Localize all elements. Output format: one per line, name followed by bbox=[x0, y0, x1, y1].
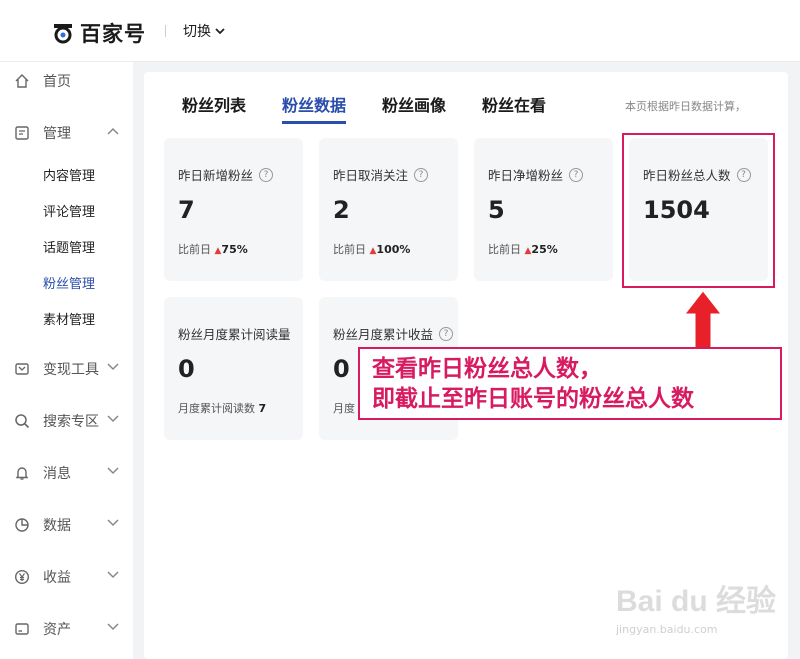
sidebar-item-monetize[interactable]: 变现工具 bbox=[0, 354, 133, 384]
help-icon[interactable]: ? bbox=[569, 167, 584, 182]
yen-icon bbox=[14, 569, 30, 585]
stat-title: 昨日新增粉丝 bbox=[178, 168, 254, 183]
stat-value: 7 bbox=[178, 196, 195, 224]
top-bar: 百家号 切换 bbox=[0, 0, 800, 62]
stat-compare: 比前日 ▲75% bbox=[178, 241, 248, 257]
chevron-down-icon bbox=[107, 467, 119, 475]
stat-compare: 月度 bbox=[333, 400, 355, 416]
highlight-box bbox=[622, 133, 775, 288]
stat-title: 粉丝月度累计收益 bbox=[333, 327, 434, 342]
compare-value: 7 bbox=[258, 402, 267, 415]
wallet-icon bbox=[15, 363, 29, 375]
home-icon bbox=[15, 74, 29, 88]
logo-text: 百家号 bbox=[80, 22, 146, 46]
logo[interactable]: 百家号 bbox=[52, 18, 146, 48]
stat-card-new-fans: 昨日新增粉丝? 7 比前日 ▲75% bbox=[164, 138, 303, 281]
stat-title: 粉丝月度累计阅读量 bbox=[178, 327, 291, 342]
stat-card-net-fans: 昨日净增粉丝? 5 比前日 ▲25% bbox=[474, 138, 613, 281]
stat-value: 0 bbox=[333, 355, 350, 383]
callout-line-1: 查看昨日粉丝总人数， bbox=[372, 356, 602, 382]
sidebar-item-label: 资产 bbox=[43, 622, 71, 638]
sidebar-subitem-topics[interactable]: 话题管理 bbox=[43, 237, 95, 256]
chevron-down-icon bbox=[107, 519, 119, 527]
sidebar-subitem-materials[interactable]: 素材管理 bbox=[43, 309, 95, 328]
help-icon[interactable]: ? bbox=[259, 167, 274, 182]
stat-title: 昨日取消关注 bbox=[333, 168, 409, 183]
sidebar-subitem-content[interactable]: 内容管理 bbox=[43, 165, 95, 184]
compare-label: 月度 bbox=[333, 402, 355, 415]
watermark-url: jingyan.baidu.com bbox=[616, 623, 718, 636]
baijiahao-logo-icon bbox=[54, 24, 72, 44]
compare-label: 比前日 bbox=[178, 243, 211, 256]
sidebar-item-search[interactable]: 搜索专区 bbox=[0, 406, 133, 436]
sidebar: 首页 管理 内容管理 评论管理 话题管理 粉丝管理 素材管理 变现工具 搜索专区… bbox=[0, 62, 133, 659]
help-icon[interactable]: ? bbox=[439, 326, 454, 341]
compare-label: 比前日 bbox=[488, 243, 521, 256]
sidebar-item-label: 消息 bbox=[43, 466, 71, 482]
data-note: 本页根据昨日数据计算， bbox=[625, 100, 746, 113]
stat-card-monthly-reads: 粉丝月度累计阅读量 0 月度累计阅读数 7 bbox=[164, 297, 303, 440]
compare-label: 比前日 bbox=[333, 243, 366, 256]
stat-compare: 比前日 ▲100% bbox=[333, 241, 410, 257]
tab-fan-list[interactable]: 粉丝列表 bbox=[182, 92, 246, 116]
chevron-up-icon bbox=[107, 127, 119, 135]
sidebar-item-label: 收益 bbox=[43, 570, 71, 586]
sidebar-item-label: 数据 bbox=[43, 518, 71, 534]
stat-compare: 比前日 ▲25% bbox=[488, 241, 558, 257]
sidebar-item-home[interactable]: 首页 bbox=[0, 66, 133, 96]
callout-line-2: 即截止至昨日账号的粉丝总人数 bbox=[372, 386, 694, 412]
stat-card-unfollows: 昨日取消关注? 2 比前日 ▲100% bbox=[319, 138, 458, 281]
annotation-callout: 查看昨日粉丝总人数， 即截止至昨日账号的粉丝总人数 bbox=[358, 347, 782, 420]
stat-value: 2 bbox=[333, 196, 350, 224]
sidebar-subitem-comments[interactable]: 评论管理 bbox=[43, 201, 95, 220]
stat-title: 昨日净增粉丝 bbox=[488, 168, 564, 183]
switch-account-button[interactable]: 切换 bbox=[183, 21, 225, 41]
sidebar-item-assets[interactable]: 资产 bbox=[0, 614, 133, 644]
tab-fan-watching[interactable]: 粉丝在看 bbox=[482, 92, 546, 116]
header-divider bbox=[165, 25, 166, 37]
pie-chart-icon bbox=[15, 518, 29, 532]
chevron-down-icon bbox=[107, 623, 119, 631]
sidebar-item-label: 变现工具 bbox=[43, 362, 99, 378]
watermark-logo: Bai du 经验 bbox=[616, 585, 777, 618]
search-icon bbox=[15, 414, 30, 429]
help-icon[interactable]: ? bbox=[414, 167, 429, 182]
stat-value: 0 bbox=[178, 355, 195, 383]
sidebar-item-manage[interactable]: 管理 bbox=[0, 118, 133, 148]
compare-value: 75% bbox=[221, 243, 248, 256]
sidebar-item-data[interactable]: 数据 bbox=[0, 510, 133, 540]
bell-icon bbox=[15, 467, 29, 480]
chevron-down-icon bbox=[215, 27, 225, 34]
stat-value: 5 bbox=[488, 196, 505, 224]
compare-value: 25% bbox=[531, 243, 558, 256]
sidebar-item-messages[interactable]: 消息 bbox=[0, 458, 133, 488]
sidebar-item-income[interactable]: 收益 bbox=[0, 562, 133, 592]
chevron-down-icon bbox=[107, 415, 119, 423]
sidebar-item-label: 搜索专区 bbox=[43, 414, 99, 430]
chevron-down-icon bbox=[107, 571, 119, 579]
sidebar-item-label: 管理 bbox=[43, 126, 71, 142]
sidebar-subitem-fans[interactable]: 粉丝管理 bbox=[43, 273, 95, 292]
tab-fan-data[interactable]: 粉丝数据 bbox=[282, 92, 347, 124]
chevron-down-icon bbox=[107, 363, 119, 371]
arrow-up-icon bbox=[683, 290, 723, 350]
compare-label: 月度累计阅读数 bbox=[178, 402, 255, 415]
stat-compare: 月度累计阅读数 7 bbox=[178, 400, 266, 416]
manage-icon bbox=[15, 126, 29, 140]
switch-label: 切换 bbox=[183, 24, 211, 40]
sidebar-item-label: 首页 bbox=[43, 74, 71, 90]
card-icon bbox=[15, 623, 29, 635]
compare-value: 100% bbox=[376, 243, 411, 256]
fan-tabs: 粉丝列表 粉丝数据 粉丝画像 粉丝在看 bbox=[182, 92, 582, 124]
tab-fan-profile[interactable]: 粉丝画像 bbox=[382, 92, 446, 116]
